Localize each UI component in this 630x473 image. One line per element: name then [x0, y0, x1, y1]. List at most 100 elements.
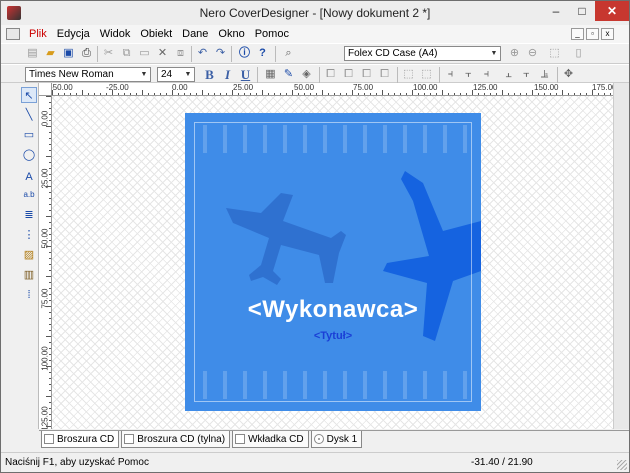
field-tool-icon[interactable]: ⁞: [21, 287, 37, 303]
tab-wkladka-cd[interactable]: Wkładka CD: [232, 431, 309, 448]
h-ruler-label: 125.00: [473, 83, 498, 92]
minimize-button[interactable]: –: [543, 1, 569, 21]
group-icon[interactable]: ⬚: [401, 67, 416, 82]
page-icon: [124, 434, 135, 444]
h-ruler-tick: [70, 93, 71, 95]
info-icon[interactable]: ⓘ: [237, 46, 252, 61]
close-button[interactable]: ✕: [595, 1, 629, 21]
zoom-fit-icon[interactable]: ⬚: [547, 46, 562, 61]
forward-icon[interactable]: ⧠: [359, 67, 374, 82]
backward-icon[interactable]: ⧠: [377, 67, 392, 82]
h-ruler-tick: [316, 93, 317, 95]
align-bottom-icon[interactable]: ⫡: [537, 67, 552, 82]
pen-icon[interactable]: ✎: [281, 67, 296, 82]
align-left-icon[interactable]: ⫞: [443, 67, 458, 82]
menu-edycja[interactable]: Edycja: [52, 26, 95, 42]
maximize-button[interactable]: □: [569, 1, 595, 21]
bring-front-icon[interactable]: ⧠: [323, 67, 338, 82]
image-tool-icon[interactable]: ▨: [21, 247, 37, 263]
font-family-select[interactable]: Times New Roman ▼: [25, 67, 151, 82]
v-ruler-tick: [49, 234, 51, 235]
case-type-select[interactable]: Folex CD Case (A4) ▼: [344, 46, 501, 61]
center-on-page-icon[interactable]: ✥: [561, 67, 576, 82]
rectangle-tool-icon[interactable]: ▭: [21, 127, 37, 143]
chevron-down-icon: ▼: [184, 71, 192, 78]
tab-dysk-1[interactable]: Dysk 1: [310, 431, 363, 448]
tab-label: Wkładka CD: [248, 433, 304, 445]
help-icon[interactable]: ?: [255, 46, 270, 61]
h-ruler-tick: [322, 90, 323, 95]
align-right-icon[interactable]: ⫞: [479, 67, 494, 82]
line-tool-icon[interactable]: ╲: [21, 107, 37, 123]
ellipse-tool-icon[interactable]: ◯: [21, 147, 37, 163]
zoom-in-icon[interactable]: ⊕: [507, 46, 522, 61]
artistic-text-icon[interactable]: a.b: [21, 187, 37, 203]
v-ruler-tick: [49, 138, 51, 139]
case-type-value: Folex CD Case (A4): [348, 48, 438, 59]
align-middle-icon[interactable]: ⫟: [519, 67, 534, 82]
tab-broszura-cd-tylna[interactable]: Broszura CD (tylna): [121, 431, 231, 448]
zoom-out-icon[interactable]: ⊖: [525, 46, 540, 61]
color-icon[interactable]: ◈: [299, 67, 314, 82]
fill-icon[interactable]: ▦: [263, 67, 278, 82]
align-center-icon[interactable]: ⫟: [461, 67, 476, 82]
document-icon[interactable]: [6, 28, 20, 40]
v-ruler-tick: [49, 162, 51, 163]
italic-button[interactable]: I: [220, 67, 235, 82]
font-size-select[interactable]: 24 ▼: [157, 67, 195, 82]
underline-button[interactable]: U: [238, 67, 253, 82]
h-ruler-tick: [346, 93, 347, 95]
v-ruler-tick: [49, 204, 51, 205]
mdi-minimize-button[interactable]: _: [571, 28, 584, 40]
print-icon[interactable]: ⎙: [79, 46, 94, 61]
cut-icon[interactable]: ✂: [101, 46, 116, 61]
menu-widok[interactable]: Widok: [95, 26, 136, 42]
h-ruler-tick: [496, 93, 497, 95]
library-icon[interactable]: ▥: [21, 267, 37, 283]
menu-pomoc[interactable]: Pomoc: [250, 26, 294, 42]
save-icon[interactable]: ▣: [61, 46, 76, 61]
ungroup-icon[interactable]: ⬚: [419, 67, 434, 82]
v-ruler-tick: [49, 390, 51, 391]
open-folder-icon[interactable]: ▰: [43, 46, 58, 61]
h-ruler-tick: [142, 90, 143, 95]
menu-dane[interactable]: Dane: [177, 26, 213, 42]
h-ruler-tick: [52, 90, 53, 95]
menu-plik[interactable]: Plik: [24, 26, 52, 42]
h-ruler-tick: [328, 93, 329, 95]
tab-broszura-cd[interactable]: Broszura CD: [41, 431, 120, 448]
redo-icon[interactable]: ↷: [213, 46, 228, 61]
mdi-restore-button[interactable]: ▫: [586, 28, 599, 40]
v-ruler-tick: [49, 180, 51, 181]
context-help-icon[interactable]: ⌕: [281, 46, 296, 61]
paragraph-tool-icon[interactable]: ≣: [21, 207, 37, 223]
h-ruler-tick: [220, 93, 221, 95]
page-icon[interactable]: ▯: [571, 46, 586, 61]
h-ruler-tick: [334, 93, 335, 95]
duplicate-icon[interactable]: ⧈: [173, 46, 188, 61]
align-top-icon[interactable]: ⫠: [501, 67, 516, 82]
undo-icon[interactable]: ↶: [195, 46, 210, 61]
new-icon[interactable]: ▤: [25, 46, 40, 61]
v-ruler-tick: [49, 222, 51, 223]
menu-okno[interactable]: Okno: [213, 26, 249, 42]
cover-border: [194, 122, 472, 402]
h-ruler-tick: [454, 93, 455, 95]
list-tool-icon[interactable]: ⋮: [21, 227, 37, 243]
vertical-scrollbar[interactable]: [613, 83, 629, 429]
resize-grip[interactable]: [617, 460, 627, 470]
pointer-tool-icon[interactable]: ↖: [21, 87, 37, 103]
cd-cover[interactable]: <Wykonawca> <Tytuł>: [185, 113, 481, 411]
paste-icon[interactable]: ▭: [137, 46, 152, 61]
send-back-icon[interactable]: ⧠: [341, 67, 356, 82]
mdi-close-button[interactable]: x: [601, 28, 614, 40]
copy-icon[interactable]: ⧉: [119, 46, 134, 61]
page-icon: [235, 434, 246, 444]
h-ruler-tick: [82, 90, 83, 95]
h-ruler-tick: [520, 93, 521, 95]
tab-label: Broszura CD: [57, 433, 115, 445]
delete-icon[interactable]: ✕: [155, 46, 170, 61]
menu-obiekt[interactable]: Obiekt: [135, 26, 177, 42]
bold-button[interactable]: B: [202, 67, 217, 82]
text-tool-icon[interactable]: A: [21, 169, 37, 185]
